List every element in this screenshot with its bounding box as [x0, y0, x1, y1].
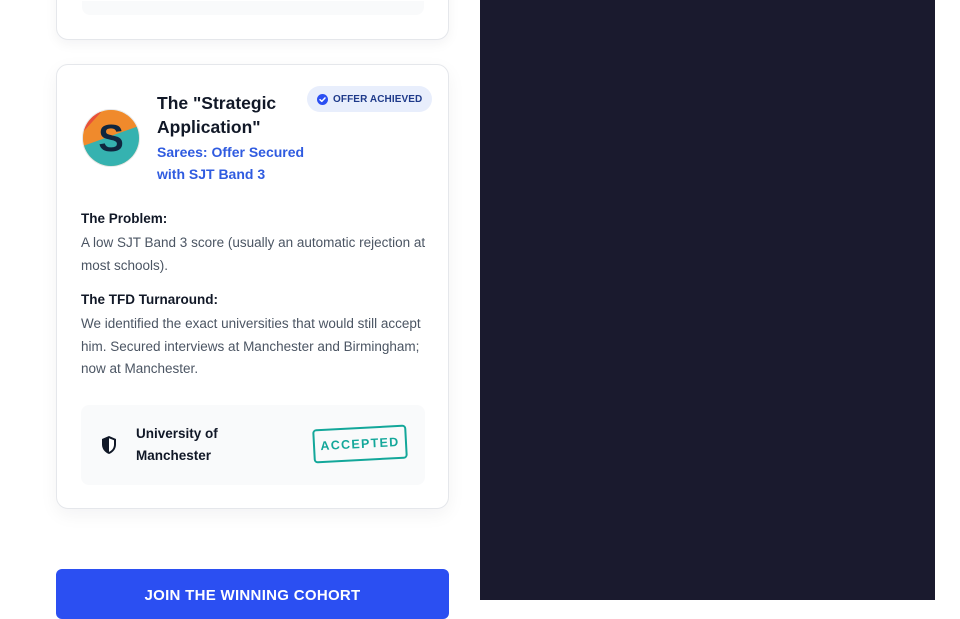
university-result: University of Manchester ACCEPTED [81, 405, 425, 485]
turnaround-label: The TFD Turnaround: [81, 292, 218, 307]
dark-side-panel [480, 0, 935, 600]
case-subtitle: Sarees: Offer Secured with SJT Band 3 [157, 144, 305, 182]
check-circle-icon [317, 93, 328, 105]
badge-label: OFFER ACHIEVED [333, 93, 423, 105]
turnaround-text: We identified the exact universities tha… [81, 316, 421, 376]
university-name: University of Manchester [136, 426, 218, 463]
previous-card-footer-strip [82, 1, 424, 15]
avatar-letter: S [98, 118, 123, 160]
problem-label: The Problem: [81, 211, 168, 226]
case-title: The "Strategic Application" [157, 93, 277, 137]
join-cohort-button[interactable]: JOIN THE WINNING COHORT [56, 569, 449, 619]
previous-case-card [56, 0, 449, 40]
shield-icon [102, 436, 116, 454]
case-study-card: S The "Strategic Application" Sarees: Of… [56, 64, 449, 509]
offer-status-badge: OFFER ACHIEVED [307, 86, 433, 112]
avatar: S [82, 109, 140, 167]
problem-text: A low SJT Band 3 score (usually an autom… [81, 235, 426, 273]
accepted-stamp: ACCEPTED [312, 424, 408, 464]
